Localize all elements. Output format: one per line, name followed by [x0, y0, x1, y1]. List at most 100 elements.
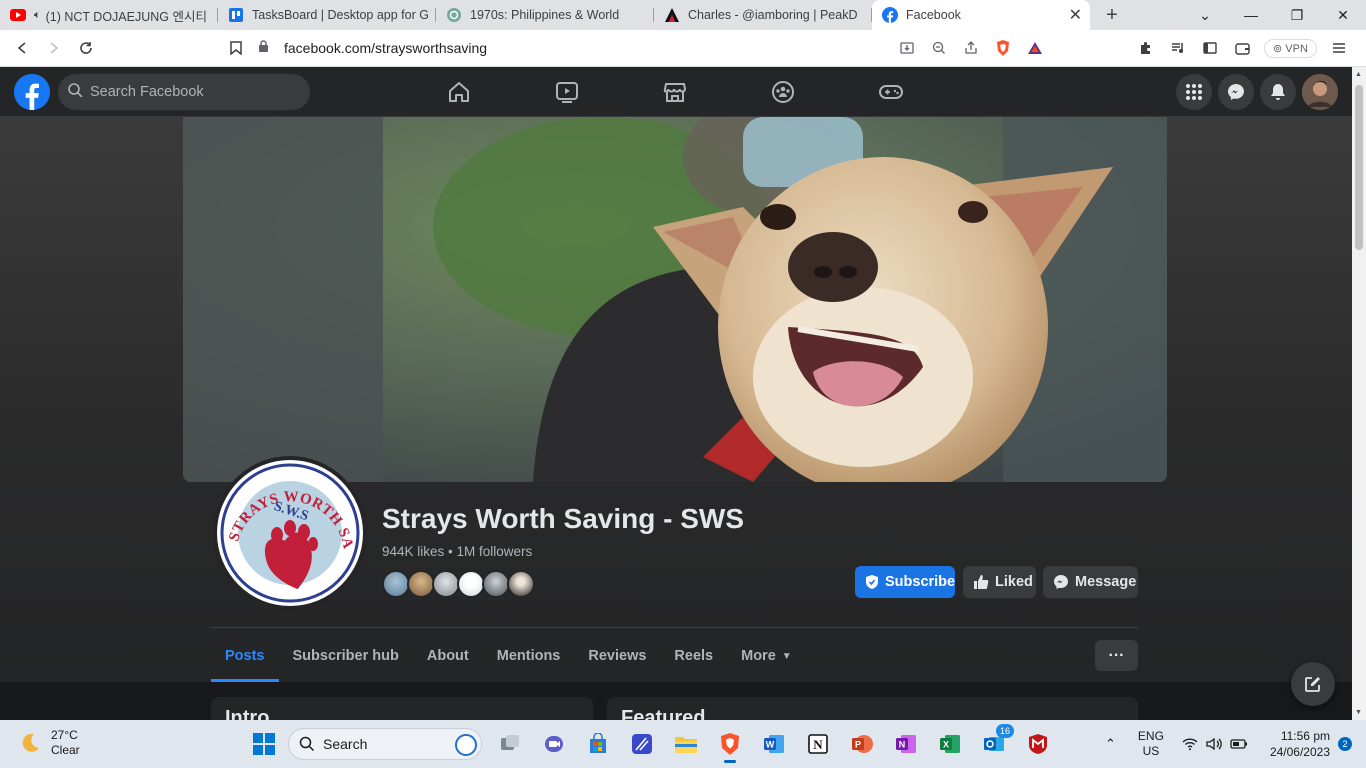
page-stats[interactable]: 944K likes • 1M followers [382, 544, 532, 559]
weather-widget[interactable]: 27°C Clear [18, 728, 80, 758]
browser-tab-youtube[interactable]: 🔈︎ (1) NCT DOJAEJUNG 엔시티 도 [0, 0, 218, 30]
nav-groups[interactable] [729, 67, 837, 117]
svg-text:N: N [899, 740, 906, 750]
restore-button[interactable]: ❐ [1274, 0, 1320, 30]
follower-avatar[interactable] [457, 570, 485, 598]
nav-gaming[interactable] [837, 67, 945, 117]
linear-app-icon[interactable] [622, 724, 662, 764]
outlook-icon[interactable]: 16 [974, 724, 1014, 764]
zoom-icon[interactable] [923, 41, 955, 55]
word-icon[interactable]: W [754, 724, 794, 764]
tab-posts[interactable]: Posts [211, 630, 279, 682]
battery-icon[interactable] [1230, 738, 1248, 750]
more-options-button[interactable]: ··· [1095, 640, 1138, 671]
page-scrollbar[interactable]: ▲ ▼ [1352, 67, 1366, 720]
tab-label: Mentions [496, 648, 561, 664]
wifi-icon[interactable] [1182, 737, 1198, 751]
follower-avatar[interactable] [407, 570, 435, 598]
reload-button[interactable] [70, 33, 102, 63]
intro-card: Intro [211, 697, 593, 720]
system-clock[interactable]: 11:56 pm 24/06/2023 [1270, 728, 1330, 760]
speaker-icon[interactable]: 🔈︎ [34, 9, 41, 22]
tab-reviews[interactable]: Reviews [574, 630, 660, 682]
follower-avatars[interactable] [382, 570, 535, 598]
extensions-puzzle-icon[interactable] [1130, 33, 1162, 63]
notifications-button[interactable] [1260, 74, 1296, 110]
task-view-icon[interactable] [490, 724, 530, 764]
wallet-icon[interactable] [1226, 33, 1258, 63]
address-bar[interactable]: facebook.com/straysworthsaving [258, 34, 1051, 62]
bing-icon[interactable] [455, 734, 477, 756]
brave-rewards-icon[interactable] [1019, 41, 1051, 55]
excel-icon[interactable]: X [930, 724, 970, 764]
message-button[interactable]: Message [1043, 566, 1138, 598]
new-tab-button[interactable]: + [1090, 0, 1134, 30]
facebook-search-input[interactable]: Search Facebook [58, 74, 310, 110]
back-button[interactable] [6, 33, 38, 63]
sws-logo-icon: STRAYS WORTH SAVING S.W.S [217, 460, 361, 604]
tab-search-chevron-icon[interactable]: ⌄ [1182, 0, 1228, 30]
scroll-down-arrow-icon[interactable]: ▼ [1355, 709, 1362, 716]
forward-button[interactable] [38, 33, 70, 63]
tab-reels[interactable]: Reels [660, 630, 727, 682]
teams-chat-icon[interactable] [534, 724, 574, 764]
powerpoint-icon[interactable]: P [842, 724, 882, 764]
follower-avatar[interactable] [432, 570, 460, 598]
follower-avatar[interactable] [382, 570, 410, 598]
share-icon[interactable] [955, 41, 987, 55]
subscribe-button[interactable]: Subscribe [855, 566, 955, 598]
sidebar-icon[interactable] [1194, 33, 1226, 63]
tab-subscriber-hub[interactable]: Subscriber hub [279, 630, 413, 682]
nav-marketplace[interactable] [621, 67, 729, 117]
scrollbar-thumb[interactable] [1355, 85, 1363, 250]
account-avatar[interactable] [1302, 74, 1338, 110]
notification-center-badge[interactable]: 2 [1338, 737, 1352, 751]
close-window-button[interactable]: ✕ [1320, 0, 1366, 30]
notion-icon[interactable]: N [798, 724, 838, 764]
new-message-button[interactable] [1291, 662, 1335, 706]
tab-more[interactable]: More ▼ [727, 630, 806, 682]
tab-title: (1) NCT DOJAEJUNG 엔시티 도 [45, 9, 210, 24]
featured-heading: Featured [621, 707, 706, 720]
browser-tab-chatgpt[interactable]: 1970s: Philippines & World [436, 0, 654, 30]
show-hidden-icons-chevron-icon[interactable]: ⌃ [1105, 736, 1116, 752]
svg-text:N: N [813, 737, 823, 752]
cover-photo[interactable] [183, 117, 1167, 482]
onenote-icon[interactable]: N [886, 724, 926, 764]
browser-tab-peakd[interactable]: Charles - @iamboring | PeakD [654, 0, 872, 30]
brave-browser-icon[interactable] [710, 724, 750, 764]
brave-shields-icon[interactable] [987, 39, 1019, 57]
nav-watch[interactable] [513, 67, 621, 117]
page-profile-picture[interactable]: STRAYS WORTH SAVING S.W.S [213, 456, 367, 610]
tab-mentions[interactable]: Mentions [483, 630, 575, 682]
nav-home[interactable] [405, 67, 513, 117]
minimize-button[interactable]: — [1228, 0, 1274, 30]
browser-menu-icon[interactable] [1323, 33, 1355, 63]
install-app-icon[interactable] [891, 41, 923, 55]
messenger-button[interactable] [1218, 74, 1254, 110]
close-tab-icon[interactable]: ✕ [1069, 5, 1082, 25]
start-button[interactable] [244, 724, 284, 764]
facebook-logo[interactable] [14, 74, 50, 110]
follower-avatar[interactable] [507, 570, 535, 598]
menu-grid-button[interactable] [1176, 74, 1212, 110]
browser-tab-facebook[interactable]: Facebook ✕ [872, 0, 1090, 30]
browser-tab-tasksboard[interactable]: TasksBoard | Desktop app for Goo [218, 0, 436, 30]
svg-text:P: P [855, 740, 861, 750]
vpn-button[interactable]: ⊚ VPN [1264, 38, 1317, 58]
scroll-up-arrow-icon[interactable]: ▲ [1355, 71, 1362, 78]
mcafee-icon[interactable] [1018, 724, 1058, 764]
file-explorer-icon[interactable] [666, 724, 706, 764]
subscribe-shield-icon [865, 574, 879, 590]
taskbar-search[interactable]: Search [288, 728, 482, 760]
bookmark-icon[interactable] [220, 33, 252, 63]
liked-button[interactable]: Liked [963, 566, 1036, 598]
language-indicator[interactable]: ENG US [1138, 729, 1164, 759]
tab-about[interactable]: About [413, 630, 483, 682]
volume-icon[interactable] [1206, 737, 1222, 751]
clock-date: 24/06/2023 [1269, 745, 1330, 759]
media-playlist-icon[interactable] [1162, 33, 1194, 63]
follower-avatar[interactable] [482, 570, 510, 598]
menu-grid-icon [1186, 84, 1202, 100]
microsoft-store-icon[interactable] [578, 724, 618, 764]
